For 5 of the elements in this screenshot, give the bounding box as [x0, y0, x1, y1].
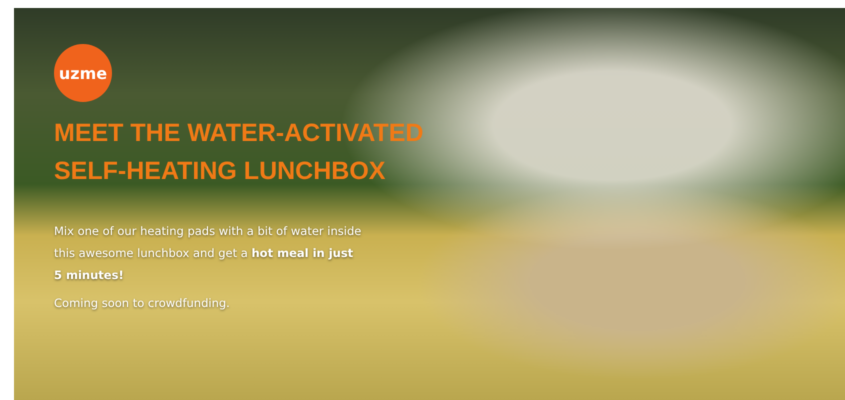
logo: uzme [54, 44, 112, 102]
headline: MEET THE WATER-ACTIVATED [54, 118, 424, 149]
headline: SELF-HEATING LUNCHBOX [54, 156, 386, 187]
note-text: Coming soon to crowdfunding. [54, 296, 231, 310]
description-text: Mix one of our heating pads with a bit of water inside this awesome lunchbox and get a hot meal in just 5 minutes! [54, 223, 362, 284]
